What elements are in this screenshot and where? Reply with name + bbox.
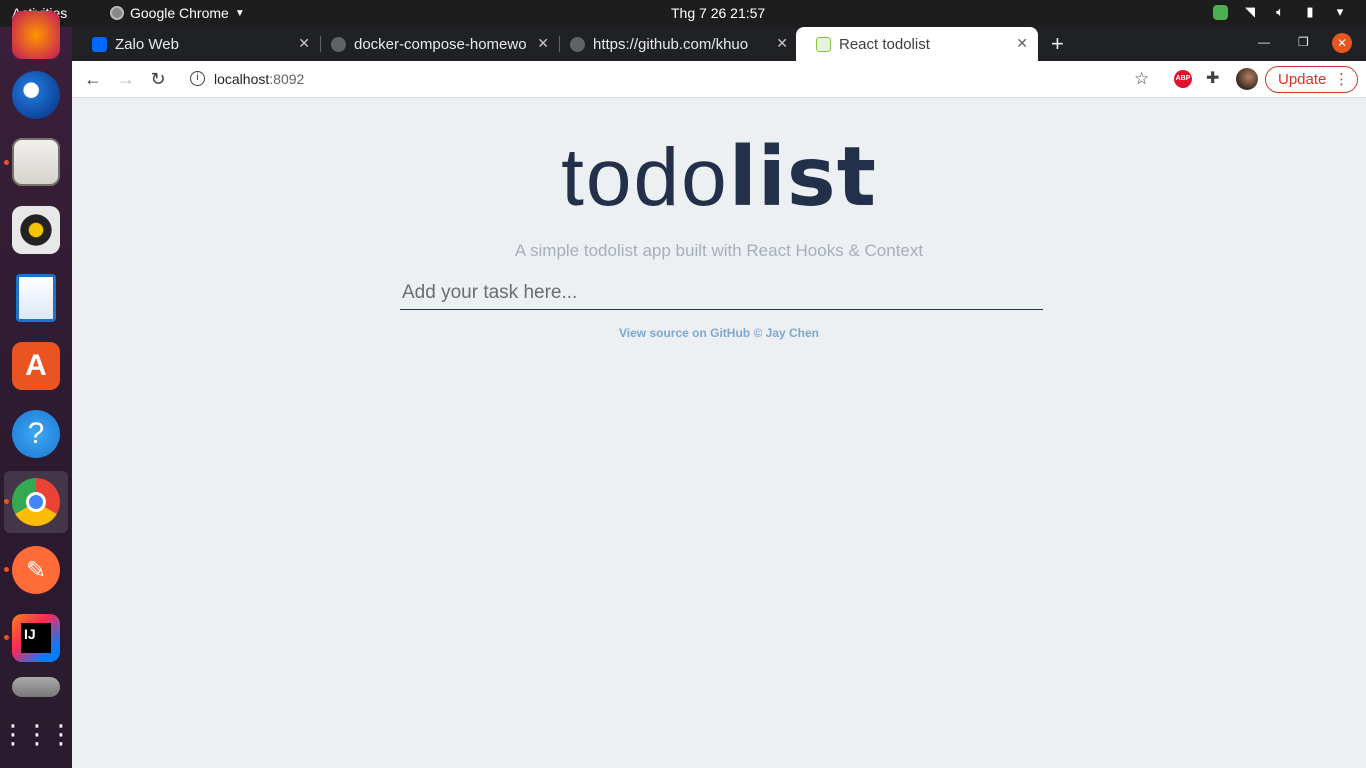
- url-port: :8092: [269, 71, 305, 87]
- thunderbird-icon[interactable]: [12, 71, 60, 119]
- firefox-icon[interactable]: [12, 11, 60, 59]
- intellij-icon[interactable]: IJ: [12, 614, 60, 662]
- postman-icon[interactable]: ✎: [12, 546, 60, 594]
- update-button-label: Update: [1278, 71, 1327, 88]
- browser-toolbar: ← → ↻ i localhost:8092 ☆ ABP ✚ Update ⋮: [72, 61, 1366, 98]
- update-button[interactable]: Update ⋮: [1265, 66, 1358, 93]
- wifi-icon[interactable]: ◥: [1242, 4, 1258, 20]
- new-tab-button[interactable]: +: [1051, 31, 1064, 57]
- page-content: todolist A simple todolist app built wit…: [72, 98, 1366, 768]
- github-favicon-icon: [331, 36, 346, 52]
- rhythmbox-icon[interactable]: [12, 206, 60, 254]
- todolist-logo: todolist: [72, 130, 1366, 225]
- clock[interactable]: Thg 7 26 21:57: [671, 5, 765, 21]
- github-favicon-icon: [570, 36, 585, 52]
- close-tab-icon[interactable]: ✕: [1016, 35, 1028, 52]
- more-menu-icon[interactable]: ⋮: [1334, 67, 1349, 92]
- zalo-favicon-icon: [92, 36, 107, 52]
- ubuntu-software-icon[interactable]: A: [12, 342, 60, 390]
- add-task-input[interactable]: [400, 276, 1043, 310]
- tab-react-todolist[interactable]: React todolist ✕: [796, 27, 1038, 61]
- adblock-plus-icon[interactable]: ABP: [1174, 70, 1192, 88]
- app-menu-label: Google Chrome: [130, 5, 229, 21]
- back-button[interactable]: ←: [82, 68, 104, 90]
- minimize-window-icon[interactable]: —: [1258, 35, 1270, 49]
- tab-title: https://github.com/khuo: [593, 35, 749, 53]
- tab-docker-compose[interactable]: docker-compose-homewo ✕: [311, 27, 559, 61]
- address-bar[interactable]: i localhost:8092: [180, 65, 1160, 93]
- forward-button[interactable]: →: [115, 68, 137, 90]
- running-indicator: [4, 499, 9, 504]
- drive-icon[interactable]: [12, 677, 60, 697]
- tab-zalo[interactable]: Zalo Web ✕: [72, 27, 320, 61]
- show-applications-icon[interactable]: ⋮⋮⋮: [0, 710, 74, 758]
- dock: A ? ✎ IJ ⋮⋮⋮: [0, 11, 74, 768]
- files-icon[interactable]: [12, 138, 60, 186]
- running-indicator: [4, 635, 9, 640]
- view-source-link[interactable]: View source on GitHub © Jay Chen: [72, 326, 1366, 340]
- subtitle: A simple todolist app built with React H…: [514, 241, 924, 260]
- close-tab-icon[interactable]: ✕: [776, 35, 788, 52]
- tab-title: docker-compose-homewo: [354, 35, 527, 53]
- caret-down-icon: ▼: [234, 7, 245, 19]
- battery-icon[interactable]: ▮: [1302, 4, 1318, 20]
- system-tray[interactable]: ◥ 🔈︎ ▮ ▾: [1213, 4, 1348, 20]
- close-tab-icon[interactable]: ✕: [537, 35, 549, 52]
- chrome-app-icon: [110, 6, 124, 20]
- profile-avatar[interactable]: [1236, 68, 1258, 90]
- app-menu[interactable]: Google Chrome ▼: [110, 5, 245, 21]
- power-menu-icon[interactable]: ▾: [1332, 4, 1348, 20]
- libreoffice-writer-icon[interactable]: [16, 274, 56, 322]
- close-tab-icon[interactable]: ✕: [298, 35, 310, 52]
- logo-light-part: todo: [561, 132, 729, 223]
- running-indicator: [4, 567, 9, 572]
- reload-button[interactable]: ↻: [147, 68, 169, 90]
- update-notifier-icon[interactable]: [1213, 4, 1228, 20]
- close-window-button[interactable]: ✕: [1332, 33, 1352, 53]
- url-text[interactable]: localhost:8092: [214, 71, 304, 87]
- volume-icon[interactable]: 🔈︎: [1272, 4, 1288, 20]
- restore-window-icon[interactable]: ❐: [1298, 35, 1309, 49]
- tab-title: Zalo Web: [115, 35, 179, 53]
- bookmark-star-icon[interactable]: ☆: [1134, 69, 1149, 89]
- url-host: localhost: [214, 71, 270, 87]
- todolist-favicon-icon: [816, 36, 831, 52]
- logo-bold-part: list: [728, 130, 877, 225]
- running-indicator: [4, 160, 9, 165]
- extensions-puzzle-icon[interactable]: ✚: [1206, 68, 1219, 88]
- tab-strip: Zalo Web ✕ docker-compose-homewo ✕ https…: [72, 27, 1366, 61]
- site-info-icon[interactable]: i: [190, 71, 205, 86]
- tab-github[interactable]: https://github.com/khuo ✕: [550, 27, 798, 61]
- chrome-icon[interactable]: [12, 478, 60, 526]
- tab-title: React todolist: [839, 35, 930, 53]
- help-icon[interactable]: ?: [12, 410, 60, 458]
- system-top-bar: Activities Google Chrome ▼ Thg 7 26 21:5…: [0, 0, 1366, 27]
